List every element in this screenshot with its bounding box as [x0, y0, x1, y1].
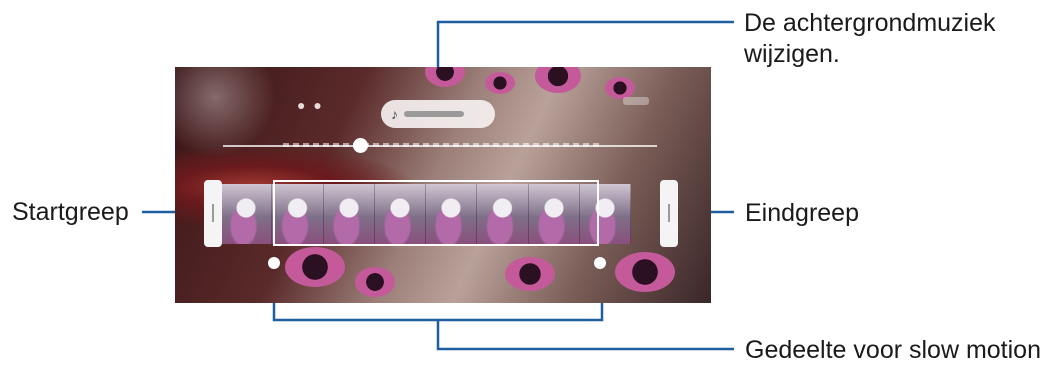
start-handle-label: Startgreep — [12, 198, 129, 226]
start-handle[interactable] — [204, 180, 222, 247]
leopard-spot — [425, 67, 465, 87]
leopard-spot — [485, 72, 515, 94]
leopard-spot — [505, 257, 555, 291]
background-music-button[interactable]: ♪ — [381, 100, 495, 128]
music-note-icon: ♪ — [391, 106, 398, 122]
music-callout-label: De achtergrondmuziek wijzigen. — [744, 9, 996, 68]
leopard-spot — [535, 67, 581, 93]
back-icon[interactable]: ● ● — [297, 97, 324, 113]
leopard-spot — [605, 77, 635, 99]
leopard-spot — [355, 267, 395, 297]
slow-motion-section[interactable] — [273, 180, 599, 246]
handle-grip — [668, 204, 670, 222]
music-title-placeholder — [404, 111, 464, 117]
video-editor-screen: ● ● ♪ — [175, 67, 711, 303]
leopard-spot — [615, 252, 675, 292]
filmstrip-frame — [221, 184, 273, 244]
slow-motion-label: Gedeelte voor slow motion — [745, 336, 1041, 364]
slow-motion-start-marker[interactable] — [268, 257, 280, 269]
leopard-spot — [285, 247, 345, 287]
callout-slow-line — [436, 320, 734, 351]
handle-grip — [212, 204, 214, 222]
seek-knob[interactable] — [353, 138, 368, 153]
save-button[interactable] — [623, 97, 649, 105]
seek-progress — [283, 143, 603, 147]
slow-motion-end-marker[interactable] — [594, 257, 606, 269]
end-handle[interactable] — [660, 180, 678, 247]
end-handle-label: Eindgreep — [745, 199, 859, 227]
